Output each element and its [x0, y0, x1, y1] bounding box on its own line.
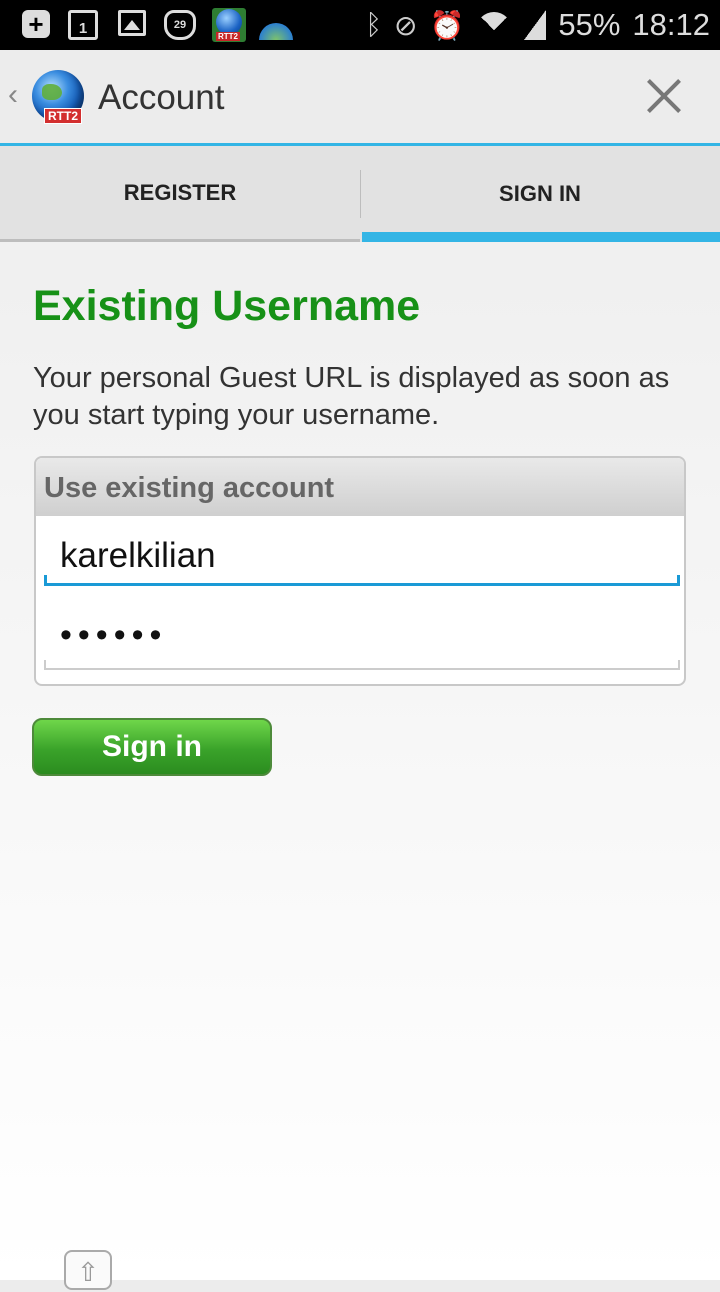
globe-app-icon: [258, 10, 294, 40]
page-title: Account: [98, 78, 225, 117]
username-value: karelkilian: [60, 536, 216, 575]
calendar-icon: 1: [68, 10, 98, 40]
password-field[interactable]: ••••••: [44, 610, 680, 670]
tab-bar: REGISTER SIGN IN: [0, 146, 720, 242]
mute-icon: ⊘: [394, 9, 418, 41]
sign-in-button[interactable]: Sign in: [32, 718, 272, 776]
panel-title: Use existing account: [36, 458, 684, 516]
logo-tag: RTT2: [44, 108, 82, 124]
add-icon: +: [22, 10, 50, 38]
chevron-left-icon[interactable]: ‹: [8, 78, 18, 112]
close-icon[interactable]: [644, 76, 684, 116]
bluetooth-icon: ᛒ: [365, 9, 383, 40]
status-bar: + 1 29 RTT2 ᛒ ⊘ ⏰ 55% 18:12: [0, 0, 720, 50]
section-heading: Existing Username: [33, 282, 421, 330]
rtt-label: RTT2: [216, 32, 240, 41]
rtt2-app-icon: RTT2: [212, 8, 246, 42]
clock: 18:12: [632, 7, 710, 42]
battery-level: 55%: [558, 7, 621, 42]
tab-sign-in-label: SIGN IN: [499, 181, 581, 206]
section-description: Your personal Guest URL is displayed as …: [33, 362, 670, 431]
arrow-up-icon[interactable]: ⇧: [64, 1250, 112, 1290]
wifi-icon: [476, 10, 513, 48]
tab-selected-indicator: [362, 232, 720, 242]
account-panel: Use existing account karelkilian ••••••: [34, 456, 686, 686]
password-value: ••••••: [60, 616, 168, 654]
cat-icon: 29: [164, 10, 196, 40]
alarm-icon: ⏰: [429, 9, 465, 41]
notification-badge: 29: [173, 19, 187, 31]
calendar-day: 1: [78, 19, 88, 37]
tab-register-label: REGISTER: [123, 179, 237, 205]
username-field[interactable]: karelkilian: [44, 526, 680, 586]
gallery-icon: [118, 10, 146, 36]
action-bar: ‹ RTT2 Account: [0, 50, 720, 146]
tab-register[interactable]: REGISTER: [0, 146, 360, 242]
signal-icon: [524, 10, 547, 40]
app-logo-icon[interactable]: RTT2: [32, 70, 84, 124]
tab-sign-in[interactable]: SIGN IN: [360, 146, 720, 242]
